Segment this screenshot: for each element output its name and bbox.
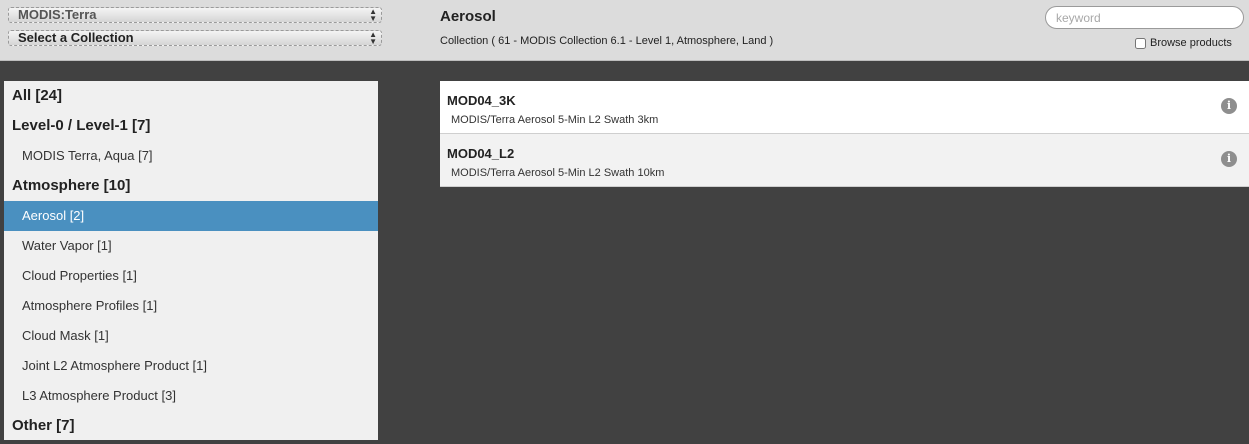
keyword-search-input[interactable]: [1045, 6, 1244, 29]
product-description: MODIS/Terra Aerosol 5-Min L2 Swath 10km: [451, 167, 665, 179]
product-row[interactable]: MOD04_3K MODIS/Terra Aerosol 5-Min L2 Sw…: [440, 81, 1249, 134]
sidebar-item-level0-level1[interactable]: Level-0 / Level-1 [7]: [4, 111, 378, 141]
product-list: MOD04_3K MODIS/Terra Aerosol 5-Min L2 Sw…: [440, 81, 1249, 187]
browse-products-label: Browse products: [1150, 37, 1232, 49]
sidebar-item-joint-l2-atmosphere[interactable]: Joint L2 Atmosphere Product [1]: [4, 351, 378, 381]
product-description: MODIS/Terra Aerosol 5-Min L2 Swath 3km: [451, 114, 659, 126]
collection-select[interactable]: Select a Collection ▲ ▼: [8, 30, 382, 46]
browse-products-toggle[interactable]: Browse products: [1135, 37, 1232, 49]
category-sidebar: All [24] Level-0 / Level-1 [7] MODIS Ter…: [4, 81, 378, 440]
sidebar-item-water-vapor[interactable]: Water Vapor [1]: [4, 231, 378, 261]
sidebar-item-atmosphere[interactable]: Atmosphere [10]: [4, 171, 378, 201]
sidebar-item-all[interactable]: All [24]: [4, 81, 378, 111]
product-name: MOD04_3K: [447, 93, 516, 108]
sidebar-item-other[interactable]: Other [7]: [4, 411, 378, 441]
up-down-arrows-icon: ▲ ▼: [369, 7, 377, 23]
sidebar-item-cloud-mask[interactable]: Cloud Mask [1]: [4, 321, 378, 351]
sidebar-item-aerosol[interactable]: Aerosol [2]: [4, 201, 378, 231]
info-icon[interactable]: i: [1221, 151, 1237, 167]
platform-select-value: MODIS:Terra: [18, 7, 97, 22]
info-icon[interactable]: i: [1221, 98, 1237, 114]
sidebar-item-cloud-properties[interactable]: Cloud Properties [1]: [4, 261, 378, 291]
platform-select[interactable]: MODIS:Terra ▲ ▼: [8, 7, 382, 23]
browse-products-checkbox[interactable]: [1135, 37, 1146, 49]
sidebar-item-atmosphere-profiles[interactable]: Atmosphere Profiles [1]: [4, 291, 378, 321]
product-name: MOD04_L2: [447, 146, 515, 161]
sidebar-item-l3-atmosphere[interactable]: L3 Atmosphere Product [3]: [4, 381, 378, 411]
page-title: Aerosol: [440, 8, 496, 25]
product-row[interactable]: MOD04_L2 MODIS/Terra Aerosol 5-Min L2 Sw…: [440, 134, 1249, 187]
collection-select-value: Select a Collection: [18, 30, 134, 45]
up-down-arrows-icon: ▲ ▼: [369, 30, 377, 46]
collection-subtitle: Collection ( 61 - MODIS Collection 6.1 -…: [440, 35, 774, 47]
sidebar-item-modis-terra-aqua[interactable]: MODIS Terra, Aqua [7]: [4, 141, 378, 171]
top-toolbar: MODIS:Terra ▲ ▼ Select a Collection ▲ ▼ Ae…: [0, 0, 1249, 61]
